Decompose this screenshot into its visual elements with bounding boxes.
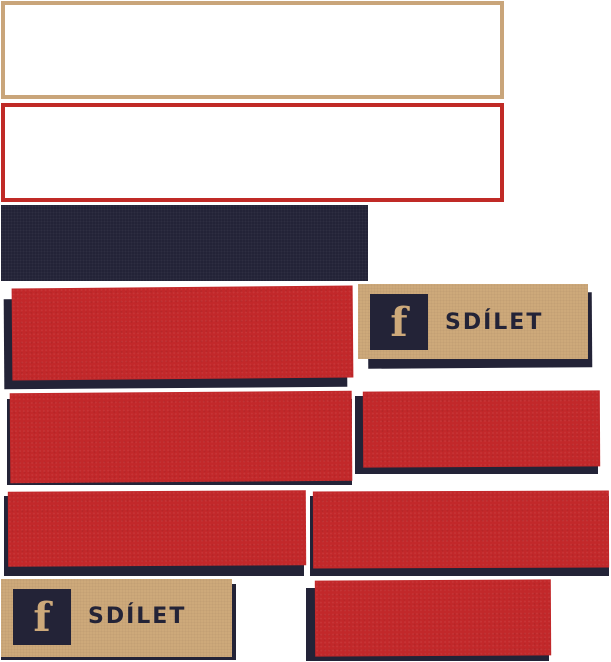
red-panel-3-face xyxy=(362,390,601,468)
red-outlined-field[interactable] xyxy=(1,103,504,202)
facebook-icon: f xyxy=(370,294,428,350)
red-panel-6-face xyxy=(314,579,552,657)
red-panel-4-face xyxy=(7,490,307,567)
tan-outlined-field[interactable] xyxy=(1,1,504,99)
red-panel-2-face xyxy=(9,390,353,484)
canvas: f SDÍLET f SDÍLET xyxy=(0,0,611,662)
facebook-glyph: f xyxy=(33,594,51,641)
share-label: SDÍLET xyxy=(88,604,187,629)
share-label: SDÍLET xyxy=(445,310,544,335)
navy-block xyxy=(1,205,368,281)
red-panel-5-face xyxy=(312,490,610,569)
red-panel-1-face xyxy=(11,285,354,381)
facebook-glyph: f xyxy=(390,299,408,346)
facebook-icon: f xyxy=(13,589,71,645)
